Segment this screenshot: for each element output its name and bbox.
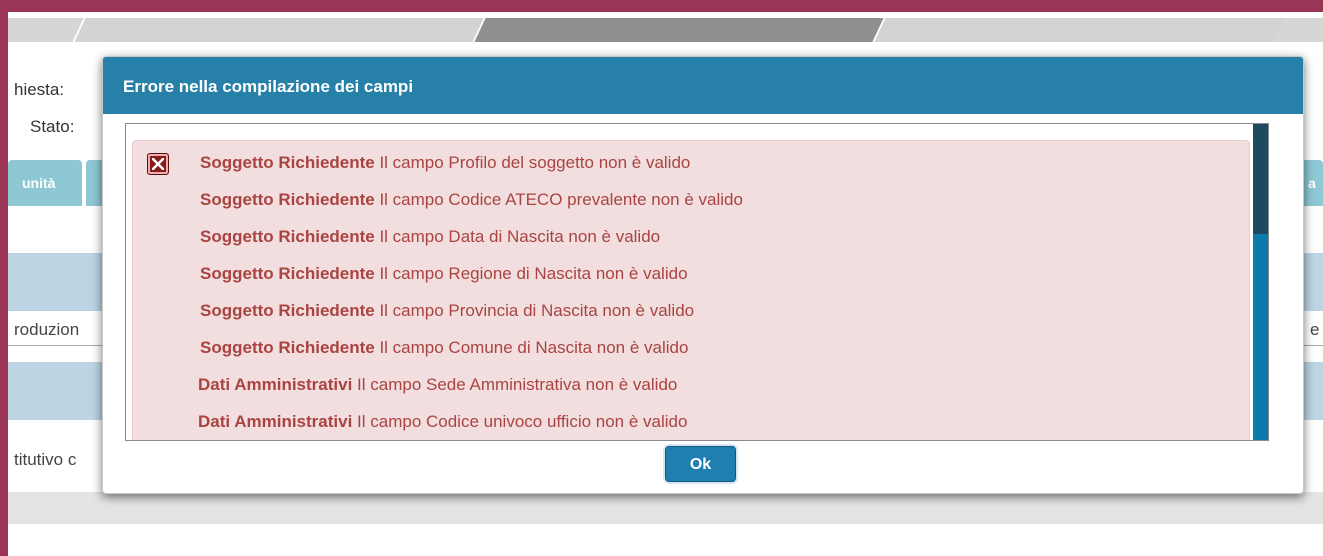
error-message: Il campo Codice ATECO prevalente non è v… bbox=[374, 190, 743, 209]
background-footer-band bbox=[8, 492, 1323, 524]
error-item: Soggetto Richiedente Il campo Profilo de… bbox=[200, 153, 690, 173]
error-message: Il campo Sede Amministrativa non è valid… bbox=[352, 375, 678, 394]
close-x-icon bbox=[147, 153, 169, 175]
richiesta-label: hiesta: bbox=[14, 80, 65, 99]
error-message: Il campo Codice univoco ufficio non è va… bbox=[352, 412, 688, 431]
scrollbar-thumb[interactable] bbox=[1253, 124, 1268, 234]
error-section: Soggetto Richiedente bbox=[200, 264, 375, 283]
row1-left-text: roduzion bbox=[14, 320, 80, 339]
error-item: Dati Amministrativi Il campo Sede Ammini… bbox=[198, 375, 677, 395]
error-message: Il campo Comune di Nascita non è valido bbox=[374, 338, 689, 357]
step-1 bbox=[72, 18, 486, 42]
error-item: Soggetto Richiedente Il campo Comune di … bbox=[200, 338, 688, 358]
error-section: Soggetto Richiedente bbox=[200, 153, 375, 172]
scrollbar[interactable] bbox=[1253, 124, 1268, 440]
progress-steps bbox=[8, 18, 1323, 42]
error-message: Il campo Data di Nascita non è valido bbox=[374, 227, 661, 246]
dialog-title: Errore nella compilazione dei campi bbox=[123, 77, 414, 96]
error-section: Soggetto Richiedente bbox=[200, 338, 375, 357]
tab-unita-label: unità bbox=[22, 175, 56, 191]
step-3 bbox=[872, 18, 1286, 42]
error-dialog: Errore nella compilazione dei campi Sogg… bbox=[102, 56, 1304, 494]
error-section: Soggetto Richiedente bbox=[200, 301, 375, 320]
error-item: Soggetto Richiedente Il campo Provincia … bbox=[200, 301, 694, 321]
window-frame-top bbox=[0, 0, 1323, 12]
error-alert: Soggetto Richiedente Il campo Profilo de… bbox=[132, 140, 1250, 440]
error-item: Soggetto Richiedente Il campo Data di Na… bbox=[200, 227, 660, 247]
dialog-header: Errore nella compilazione dei campi bbox=[103, 57, 1303, 114]
error-section: Soggetto Richiedente bbox=[200, 190, 375, 209]
ok-button[interactable]: Ok bbox=[665, 446, 736, 482]
error-item: Soggetto Richiedente Il campo Regione di… bbox=[200, 264, 688, 284]
tab-unita[interactable]: unità bbox=[8, 160, 82, 206]
error-message: Il campo Regione di Nascita non è valido bbox=[374, 264, 688, 283]
error-section: Dati Amministrativi bbox=[198, 412, 353, 431]
row1-right-text: e bbox=[1310, 320, 1320, 339]
step-2-active bbox=[472, 18, 886, 42]
error-item: Dati Amministrativi Il campo Codice univ… bbox=[198, 412, 687, 432]
error-section: Dati Amministrativi bbox=[198, 375, 353, 394]
row2-left-text: titutivo c bbox=[14, 450, 77, 469]
error-item: Soggetto Richiedente Il campo Codice ATE… bbox=[200, 190, 743, 210]
error-section: Soggetto Richiedente bbox=[200, 227, 375, 246]
error-message: Il campo Profilo del soggetto non è vali… bbox=[374, 153, 691, 172]
error-message: Il campo Provincia di Nascita non è vali… bbox=[374, 301, 695, 320]
window-frame-left bbox=[0, 0, 8, 556]
dialog-body[interactable]: Soggetto Richiedente Il campo Profilo de… bbox=[125, 123, 1269, 441]
stato-label: Stato: bbox=[30, 117, 75, 136]
